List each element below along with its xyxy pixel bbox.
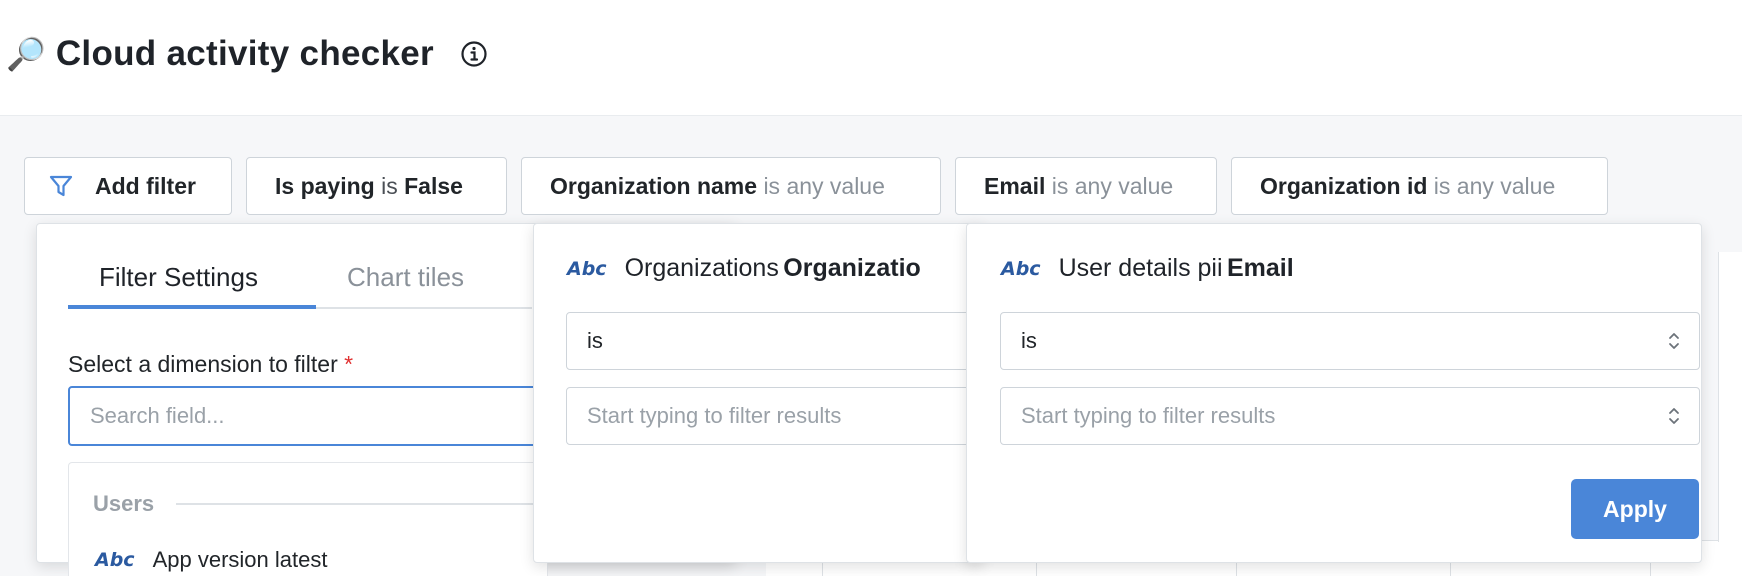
add-filter-label: Add filter: [95, 172, 196, 199]
string-type-icon: Abc: [95, 549, 135, 571]
tab-divider: [316, 307, 532, 309]
dimension-label-text: Select a dimension to filter: [68, 351, 338, 377]
info-circle-icon[interactable]: [460, 40, 488, 68]
panel-field-name: Email: [1226, 254, 1294, 282]
chip-field: Is paying: [275, 172, 375, 199]
chip-operator: is: [381, 172, 398, 199]
chip-operator: is any value: [1051, 172, 1174, 199]
operator-value: is: [1021, 328, 1037, 353]
search-field-input[interactable]: Search field...: [68, 386, 548, 446]
page-title: Cloud activity checker: [55, 34, 434, 73]
string-type-icon: Abc: [567, 257, 607, 280]
chip-operator: is any value: [1433, 172, 1556, 199]
magnifier-emoji-icon: 🔎: [6, 35, 46, 73]
group-divider: [176, 503, 549, 505]
funnel-icon: [49, 175, 73, 197]
value-input[interactable]: Start typing to filter results: [1000, 387, 1700, 445]
required-marker: *: [344, 351, 354, 377]
value-input[interactable]: Start typing to filter results: [566, 387, 982, 445]
tab-filter-settings[interactable]: Filter Settings: [99, 262, 258, 293]
tab-chart-tiles[interactable]: Chart tiles: [347, 262, 464, 293]
add-filter-button[interactable]: Add filter: [24, 157, 232, 215]
value-placeholder: Start typing to filter results: [1021, 403, 1276, 428]
active-tab-indicator: [68, 305, 316, 309]
panel-field-name: Organizatio: [783, 254, 921, 282]
list-item-label: App version latest: [152, 547, 328, 572]
filter-chip-organization-name[interactable]: Organization name is any value: [521, 157, 941, 215]
panel-table-name: Organizations: [624, 254, 779, 282]
chip-value: False: [404, 172, 463, 199]
chip-field: Organization id: [1260, 172, 1428, 199]
title-row: 🔎 Cloud activity checker: [6, 34, 488, 74]
select-chevrons-icon: [1669, 408, 1679, 424]
operator-select[interactable]: is: [1000, 312, 1700, 370]
group-name: Users: [93, 491, 155, 516]
group-header: Users: [93, 491, 549, 517]
dimension-label: Select a dimension to filter *: [68, 351, 353, 378]
organization-name-filter-panel: Abc Organizations Organizatio is Start t…: [533, 223, 983, 563]
chip-operator: is any value: [763, 172, 885, 199]
select-chevrons-icon: [1669, 333, 1679, 349]
list-item[interactable]: Abc App version latest: [95, 547, 327, 573]
page-header: 🔎 Cloud activity checker: [0, 0, 1742, 116]
filter-chip-email[interactable]: Email is any value: [955, 157, 1217, 215]
string-type-icon: Abc: [1001, 257, 1041, 280]
value-placeholder: Start typing to filter results: [587, 403, 842, 428]
panel-heading: Abc Organizations Organizatio: [567, 254, 921, 283]
search-field-placeholder: Search field...: [90, 403, 225, 428]
background-card: [1718, 252, 1742, 542]
filter-chip-is-paying[interactable]: Is paying is False: [246, 157, 507, 215]
panel-table-name: User details pii: [1058, 254, 1223, 282]
apply-button[interactable]: Apply: [1571, 479, 1699, 539]
chip-field: Email: [984, 172, 1046, 199]
operator-value: is: [587, 328, 603, 353]
filter-chip-organization-id[interactable]: Organization id is any value: [1231, 157, 1608, 215]
dimension-list: Users Abc App version latest: [68, 462, 549, 576]
panel-heading: Abc User details pii Email: [1001, 254, 1294, 283]
chip-field: Organization name: [550, 172, 758, 199]
operator-select[interactable]: is: [566, 312, 982, 370]
